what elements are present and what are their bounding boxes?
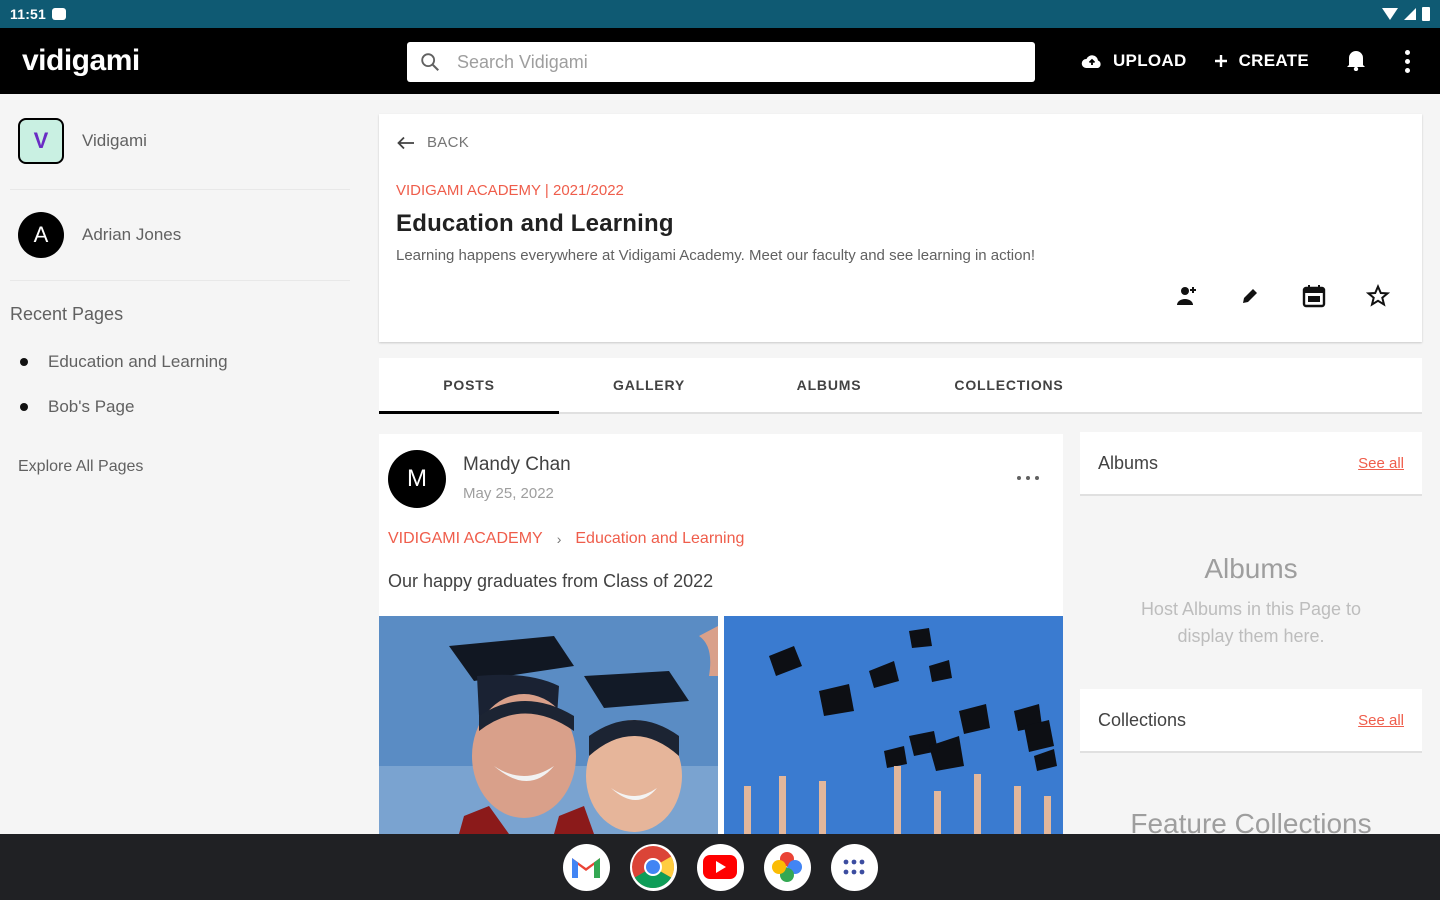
post-photo-graduates-selfie[interactable] [379, 616, 718, 834]
back-label: BACK [427, 134, 470, 151]
post-author-name[interactable]: Mandy Chan [463, 454, 571, 476]
page-title: Education and Learning [396, 210, 674, 237]
message-notification-icon [52, 8, 67, 20]
calendar-icon[interactable] [1300, 282, 1328, 310]
upload-button[interactable]: UPLOAD [1081, 51, 1187, 71]
user-avatar: A [18, 212, 64, 258]
org-name: Vidigami [82, 131, 147, 150]
collections-card-title: Collections [1098, 709, 1187, 730]
tab-albums[interactable]: ALBUMS [739, 358, 919, 412]
page-tabs: POSTS GALLERY ALBUMS COLLECTIONS [379, 358, 1422, 414]
plus-icon [1214, 55, 1227, 67]
app-bar-actions: UPLOAD CREATE [1081, 28, 1440, 94]
page-breadcrumb[interactable]: VIDIGAMI ACADEMY | 2021/2022 [396, 182, 624, 199]
create-button[interactable]: CREATE [1213, 51, 1309, 71]
star-outline-icon[interactable] [1364, 282, 1392, 310]
search-box[interactable] [407, 42, 1035, 82]
page-actions [1172, 282, 1392, 310]
albums-card-title: Albums [1098, 452, 1159, 473]
back-button[interactable]: BACK [397, 134, 469, 151]
app-logo[interactable]: vidigami [22, 44, 140, 78]
post-photo-caps-toss[interactable] [724, 616, 1063, 834]
collections-card: Collections See all [1080, 689, 1422, 753]
status-bar: 11:51 [0, 0, 1440, 28]
post-crumb-org[interactable]: VIDIGAMI ACADEMY [388, 530, 543, 548]
recent-page-label: Education and Learning [48, 352, 228, 371]
explore-all-pages-link[interactable]: Explore All Pages [18, 458, 143, 476]
post-date: May 25, 2022 [463, 485, 554, 502]
sidebar-divider [10, 189, 350, 190]
post-more-options-icon[interactable] [1017, 476, 1039, 480]
post-card: M Mandy Chan May 25, 2022 VIDIGAMI ACADE… [379, 434, 1063, 834]
app-bar: vidigami UPLOAD CREATE [0, 28, 1440, 94]
create-label: CREATE [1238, 51, 1309, 70]
sidebar: V Vidigami A Adrian Jones Recent Pages E… [0, 94, 360, 834]
sidebar-user[interactable]: A Adrian Jones [18, 212, 181, 258]
post-author-avatar[interactable]: M [388, 450, 446, 508]
cloud-upload-icon [1081, 55, 1101, 68]
tab-gallery[interactable]: GALLERY [559, 358, 739, 412]
sidebar-org[interactable]: V Vidigami [18, 118, 147, 164]
user-name: Adrian Jones [82, 225, 182, 244]
cell-signal-icon [1404, 8, 1416, 20]
add-member-icon[interactable] [1172, 282, 1200, 310]
tab-collections[interactable]: COLLECTIONS [919, 358, 1099, 412]
bullet-icon [20, 358, 28, 366]
chrome-icon[interactable] [629, 843, 677, 891]
wifi-icon [1382, 8, 1398, 20]
tab-posts[interactable]: POSTS [379, 358, 559, 414]
bullet-icon [20, 403, 28, 411]
dock-bar [0, 834, 1440, 900]
albums-empty-title: Albums [1204, 553, 1298, 584]
org-logo-icon: V [18, 118, 64, 164]
search-icon [421, 53, 439, 71]
chevron-right-icon: › [556, 531, 562, 547]
upload-label: UPLOAD [1112, 51, 1187, 70]
albums-empty-line1: Host Albums in this Page to [1140, 599, 1362, 619]
photos-icon[interactable] [763, 843, 811, 891]
albums-empty-line2: display them here. [1177, 626, 1325, 646]
post-crumb-page[interactable]: Education and Learning [575, 530, 744, 548]
collections-see-all-link[interactable]: See all [1358, 712, 1404, 729]
post-text: Our happy graduates from Class of 2022 [388, 571, 714, 591]
apps-icon[interactable] [830, 843, 878, 891]
youtube-icon[interactable] [696, 843, 744, 891]
recent-page-item[interactable]: Bob's Page [20, 397, 134, 417]
search-input[interactable] [457, 51, 997, 73]
page-header-card: BACK VIDIGAMI ACADEMY | 2021/2022 Educat… [379, 114, 1422, 342]
recent-page-item[interactable]: Education and Learning [20, 352, 228, 372]
edit-pencil-icon[interactable] [1236, 282, 1264, 310]
notifications-bell-icon[interactable] [1345, 47, 1367, 76]
recent-pages-title: Recent Pages [10, 304, 124, 324]
post-breadcrumb: VIDIGAMI ACADEMY › Education and Learnin… [388, 530, 744, 548]
gmail-icon[interactable] [562, 843, 610, 891]
recent-page-label: Bob's Page [48, 397, 135, 416]
overflow-menu-icon[interactable] [1405, 49, 1410, 73]
albums-see-all-link[interactable]: See all [1358, 455, 1404, 472]
battery-icon [1422, 7, 1430, 21]
albums-card: Albums See all [1080, 432, 1422, 496]
status-time: 11:51 [10, 6, 47, 22]
page-description: Learning happens everywhere at Vidigami … [396, 247, 1035, 264]
sidebar-divider [10, 280, 350, 281]
arrow-left-icon [397, 136, 414, 149]
status-icons [1382, 7, 1430, 21]
